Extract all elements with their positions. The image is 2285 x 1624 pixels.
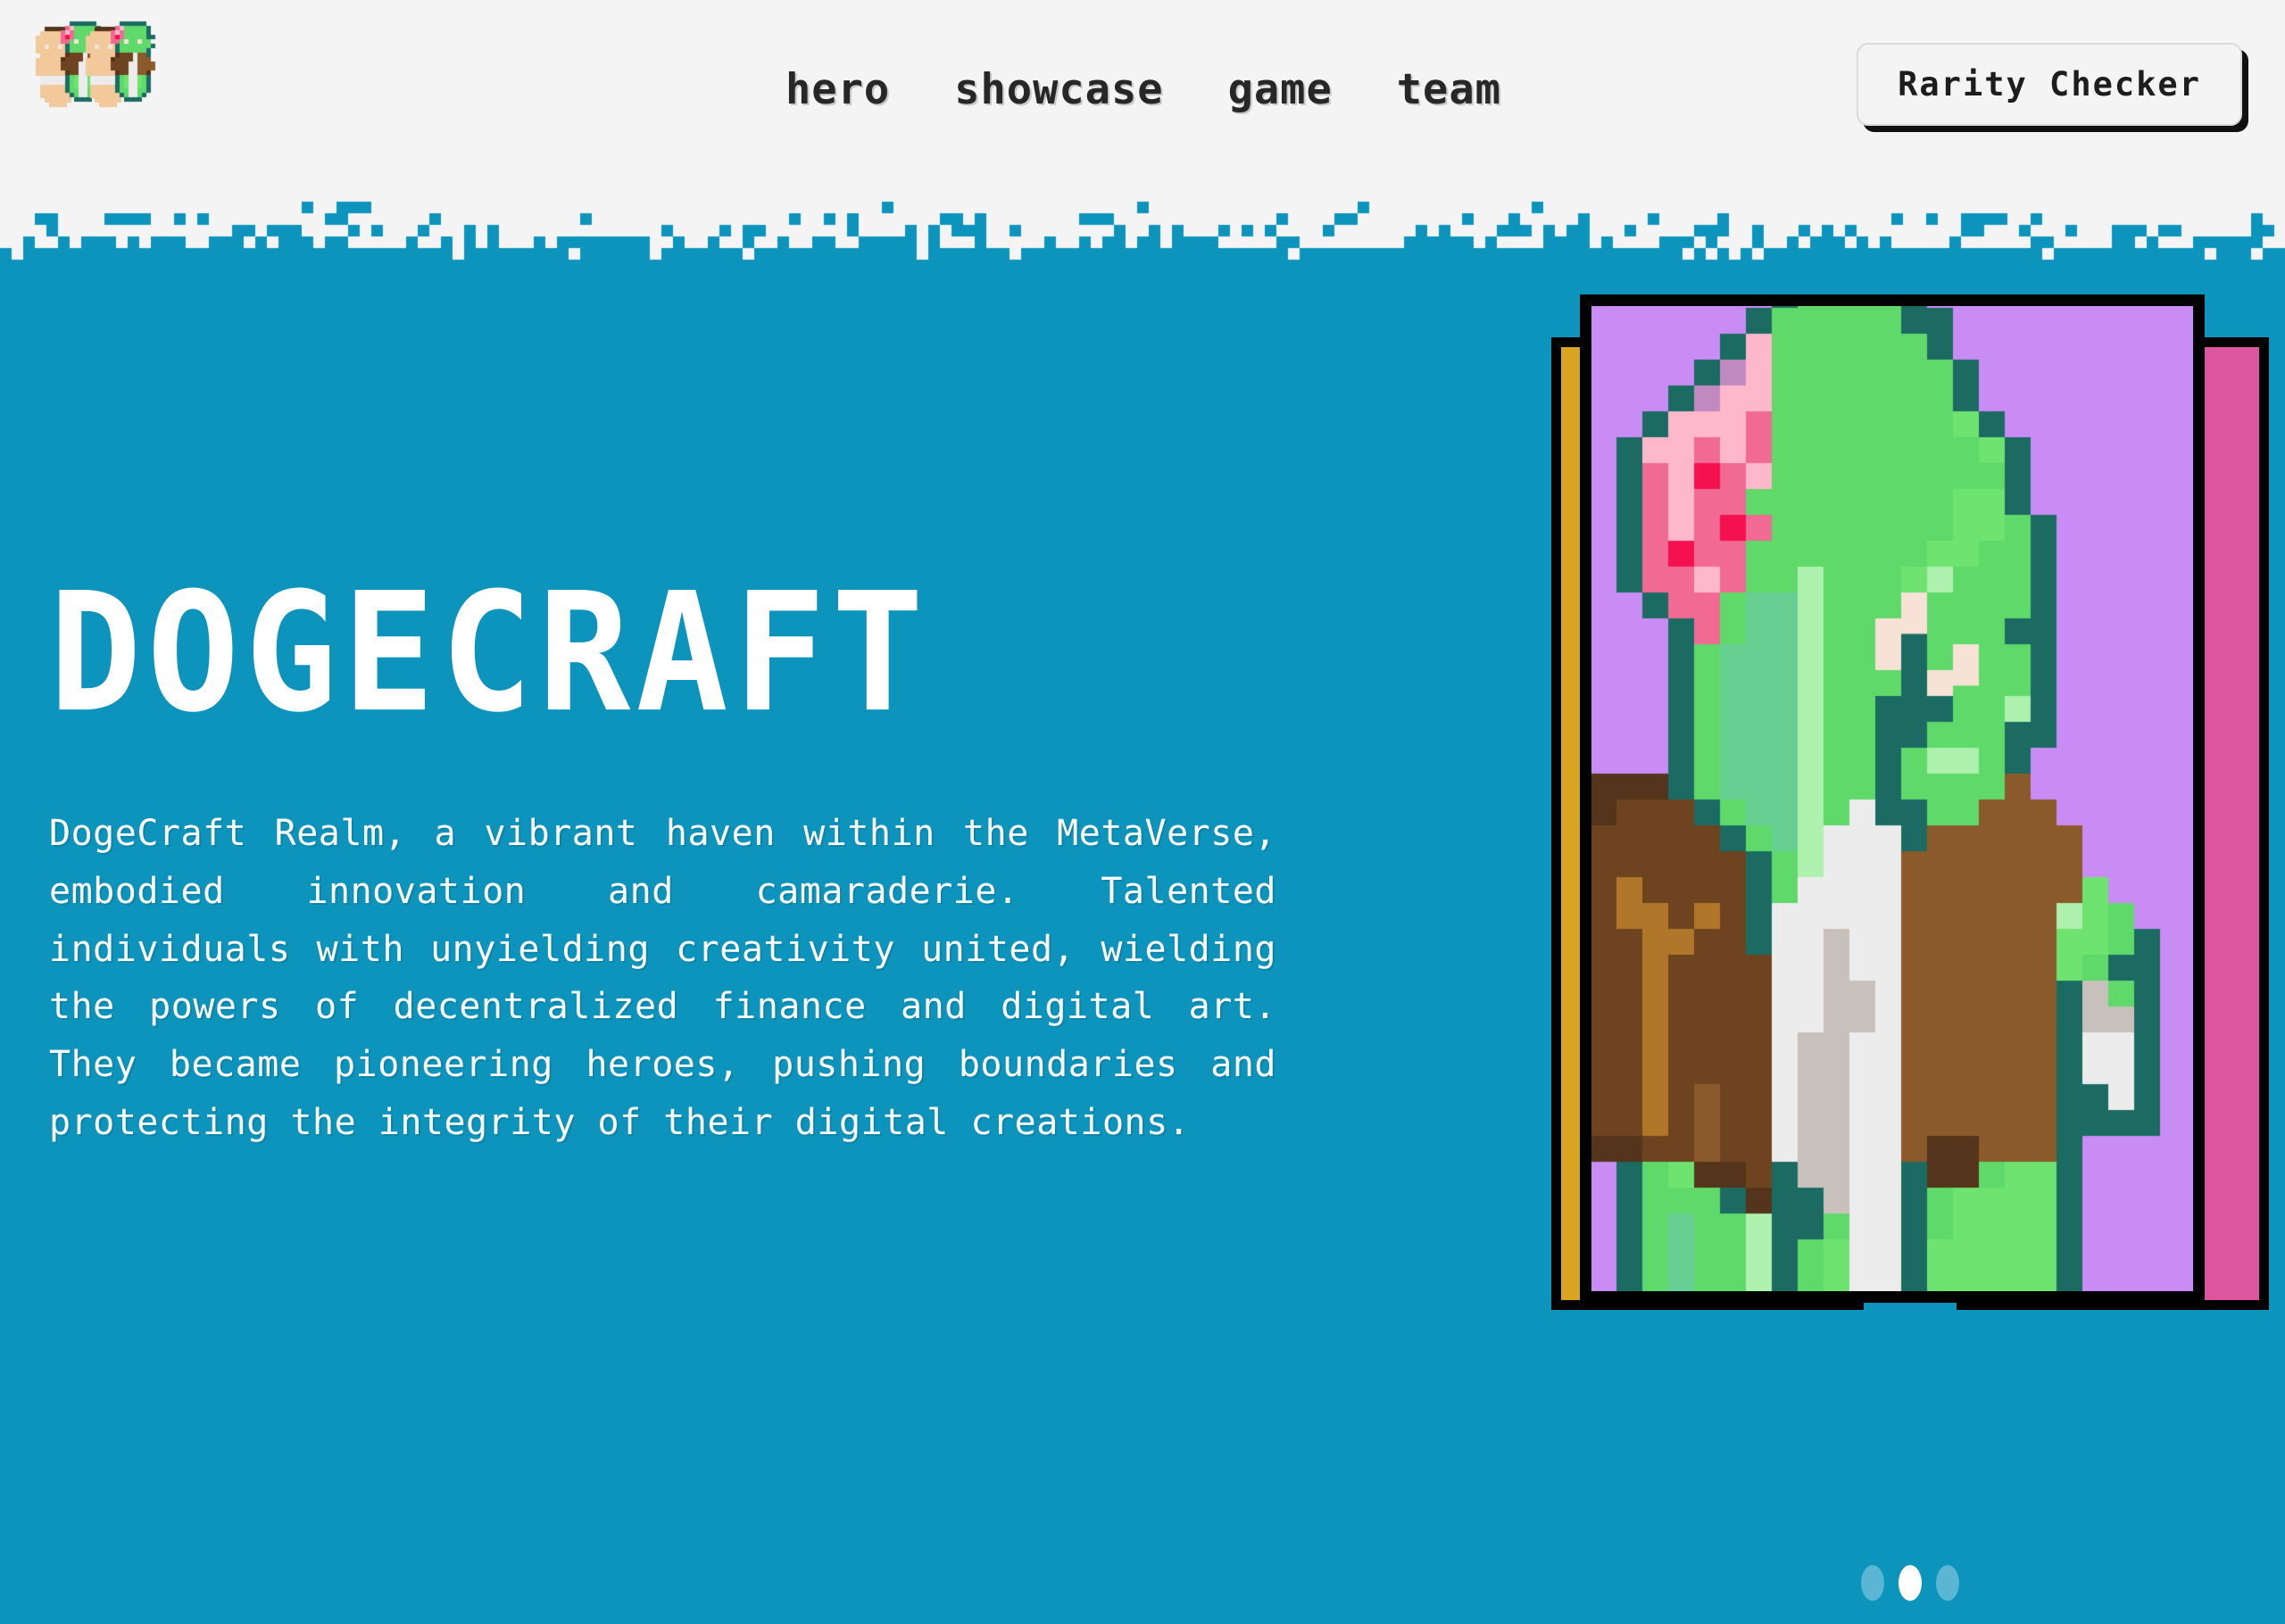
nft-carousel bbox=[1535, 294, 2285, 1624]
pixel-character-green-flower bbox=[1591, 306, 2193, 1291]
nav-item-hero[interactable]: hero bbox=[785, 69, 890, 111]
card-active[interactable] bbox=[1580, 294, 2205, 1303]
nav-item-team[interactable]: team bbox=[1397, 69, 1501, 111]
rarity-checker-button-wrap: Rarity Checker bbox=[1857, 43, 2242, 126]
carousel-dots bbox=[1535, 1565, 2285, 1601]
pixel-dither-divider bbox=[0, 178, 2285, 294]
main-nav: hero showcase game team bbox=[785, 0, 1501, 178]
logo-canvas bbox=[34, 18, 212, 138]
carousel-dot-3[interactable] bbox=[1936, 1565, 1959, 1601]
rarity-checker-button[interactable]: Rarity Checker bbox=[1857, 43, 2242, 126]
hero-section: DOGECRAFT DogeCraft Realm, a vibrant hav… bbox=[0, 294, 2285, 1624]
carousel-cards bbox=[1551, 294, 2269, 1383]
nav-item-game[interactable]: game bbox=[1228, 69, 1333, 111]
page-title: DOGECRAFT bbox=[49, 556, 929, 750]
carousel-dot-1[interactable] bbox=[1861, 1565, 1884, 1601]
carousel-dot-2[interactable] bbox=[1899, 1565, 1922, 1601]
dither-canvas bbox=[0, 178, 2285, 294]
dogecraft-pixel-logo[interactable] bbox=[34, 18, 212, 138]
hero-description: DogeCraft Realm, a vibrant haven within … bbox=[49, 813, 1276, 1143]
site-header: hero showcase game team Rarity Checker bbox=[0, 0, 2285, 178]
hero-copy: DOGECRAFT DogeCraft Realm, a vibrant hav… bbox=[49, 556, 1317, 1152]
page-root: hero showcase game team Rarity Checker D… bbox=[0, 0, 2285, 1624]
nav-item-showcase[interactable]: showcase bbox=[954, 69, 1163, 111]
